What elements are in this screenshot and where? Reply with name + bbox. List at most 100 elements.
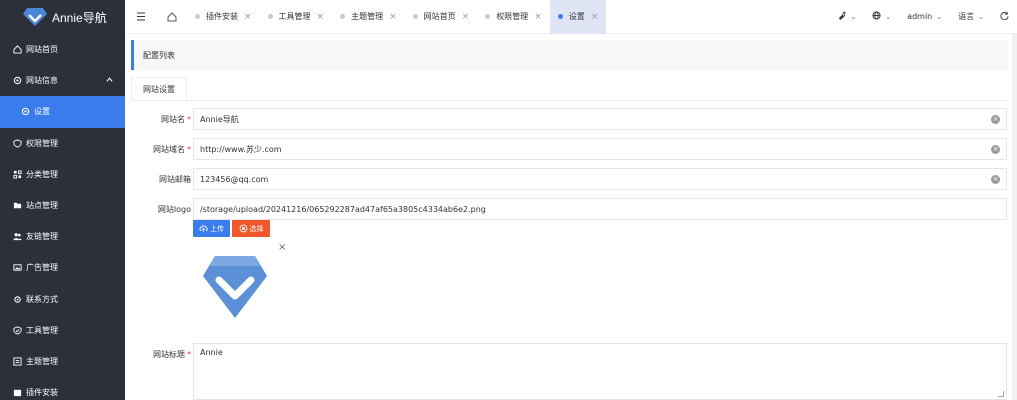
sidebar-item-permissions[interactable]: 权限管理 bbox=[0, 128, 125, 159]
contact-icon bbox=[12, 294, 22, 304]
close-icon[interactable]: × bbox=[317, 12, 325, 22]
input-value: Annie导航 bbox=[200, 114, 239, 124]
theme-menu[interactable]: ⌄ bbox=[829, 11, 864, 22]
site-title-label: 网站标题 * bbox=[153, 349, 191, 360]
tab-site-settings[interactable]: 网站设置 bbox=[131, 77, 187, 101]
chevron-down-icon: ⌄ bbox=[885, 12, 892, 21]
brand[interactable]: Annie导航 bbox=[0, 0, 125, 34]
sidebar-item-label: 广告管理 bbox=[26, 263, 58, 273]
user-name: admin bbox=[907, 12, 933, 21]
top-bar: 插件安装 × 工具管理 × 主题管理 × 网站首页 × 权限管理 × 设置 × … bbox=[125, 0, 1017, 34]
main-content: 配置列表 网站设置 网站名 * Annie导航 × 网站域名 * http://ww… bbox=[125, 34, 1017, 400]
tab-dot bbox=[340, 14, 346, 19]
site-domain-input[interactable]: http://www.苏少.com × bbox=[193, 138, 1007, 160]
upload-button[interactable]: 上传 bbox=[193, 220, 230, 237]
sidebar-item-sites[interactable]: 站点管理 bbox=[0, 190, 125, 221]
resize-handle[interactable] bbox=[998, 391, 1004, 397]
logo-preview-image bbox=[203, 256, 267, 318]
refresh-icon bbox=[1000, 11, 1009, 22]
tab-label: 工具管理 bbox=[278, 12, 311, 21]
tab-dot bbox=[485, 14, 491, 19]
cloud-upload-icon bbox=[199, 225, 208, 232]
image-icon bbox=[12, 263, 22, 273]
tab-dot bbox=[412, 14, 418, 19]
close-icon[interactable]: × bbox=[462, 12, 470, 22]
sidebar-item-settings[interactable]: 设置 bbox=[0, 96, 125, 128]
sidebar-item-themes[interactable]: 主题管理 bbox=[0, 346, 125, 377]
folder-icon bbox=[12, 201, 22, 211]
theme-icon bbox=[12, 356, 22, 366]
tab-settings[interactable]: 设置 × bbox=[549, 0, 607, 34]
tab-label: 主题管理 bbox=[351, 12, 384, 21]
brand-name: Annie导航 bbox=[52, 10, 107, 25]
plugin-icon bbox=[12, 388, 22, 398]
chevron-up-icon bbox=[106, 76, 113, 85]
sidebar-item-links[interactable]: 友链管理 bbox=[0, 221, 125, 252]
sidebar-item-site-info[interactable]: 网站信息 bbox=[0, 65, 125, 96]
select-button[interactable]: 选择 bbox=[232, 220, 270, 237]
close-icon[interactable]: × bbox=[389, 12, 397, 22]
sidebar-item-label: 网站首页 bbox=[26, 45, 58, 55]
sidebar-item-ads[interactable]: 广告管理 bbox=[0, 252, 125, 283]
sidebar-item-label: 网站信息 bbox=[26, 76, 58, 86]
input-value: /storage/upload/20241216/065292287ad47af… bbox=[200, 204, 486, 214]
sidebar: Annie导航 网站首页 网站信息 设置 权限管理 分类管理 站点管理 友链管理… bbox=[0, 0, 125, 400]
select-label: 选择 bbox=[249, 224, 264, 233]
upload-label: 上传 bbox=[210, 224, 224, 233]
language-label: 语言 bbox=[958, 12, 975, 21]
chevron-down-icon: ⌄ bbox=[936, 12, 943, 21]
clear-icon[interactable]: × bbox=[991, 175, 1000, 184]
gear-icon bbox=[12, 76, 22, 86]
select-circle-icon bbox=[239, 224, 247, 233]
language-menu[interactable]: 语言 ⌄ bbox=[950, 11, 992, 22]
remove-image-icon[interactable]: × bbox=[278, 242, 286, 253]
sidebar-item-contact[interactable]: 联系方式 bbox=[0, 284, 125, 315]
gear-icon bbox=[20, 107, 30, 117]
textarea-value: Annie bbox=[200, 348, 223, 357]
chevron-down-icon: ⌄ bbox=[978, 12, 984, 21]
sidebar-item-label: 分类管理 bbox=[26, 169, 58, 179]
globe-menu[interactable]: ⌄ bbox=[864, 11, 899, 22]
sidebar-item-categories[interactable]: 分类管理 bbox=[0, 159, 125, 190]
globe-icon bbox=[872, 11, 881, 22]
tab-label: 权限管理 bbox=[496, 12, 529, 21]
sidebar-item-label: 插件安装 bbox=[26, 388, 58, 398]
home-icon bbox=[12, 45, 22, 55]
sidebar-item-label: 权限管理 bbox=[26, 138, 58, 148]
home-icon[interactable] bbox=[156, 0, 187, 34]
site-title-textarea[interactable]: Annie bbox=[193, 343, 1007, 400]
sidebar-item-tools[interactable]: 工具管理 bbox=[0, 315, 125, 346]
label-text: 网站logo bbox=[157, 205, 191, 214]
sidebar-item-label: 工具管理 bbox=[26, 325, 58, 335]
user-menu[interactable]: admin ⌄ bbox=[899, 12, 950, 21]
tab-tools[interactable]: 工具管理 × bbox=[260, 0, 333, 34]
logo-icon bbox=[23, 8, 47, 26]
sidebar-item-plugins[interactable]: 插件安装 bbox=[0, 377, 125, 400]
tab-label: 设置 bbox=[568, 12, 585, 21]
clear-icon[interactable]: × bbox=[991, 145, 1000, 154]
tab-themes[interactable]: 主题管理 × bbox=[332, 0, 405, 34]
clear-icon[interactable]: × bbox=[991, 115, 1000, 124]
tab-plugins[interactable]: 插件安装 × bbox=[187, 0, 260, 34]
tab-home[interactable]: 网站首页 × bbox=[405, 0, 478, 34]
site-logo-input[interactable]: /storage/upload/20241216/065292287ad47af… bbox=[193, 198, 1007, 220]
sidebar-item-label: 主题管理 bbox=[26, 356, 58, 366]
users-icon bbox=[12, 232, 22, 242]
category-icon bbox=[12, 169, 22, 179]
tab-label: 网站首页 bbox=[423, 12, 456, 21]
tab-permissions[interactable]: 权限管理 × bbox=[477, 0, 550, 34]
close-icon[interactable]: × bbox=[244, 12, 252, 22]
site-email-input[interactable]: 123456@qq.com × bbox=[193, 168, 1007, 190]
site-name-input[interactable]: Annie导航 × bbox=[193, 108, 1007, 130]
required-mark: * bbox=[187, 145, 191, 154]
refresh-menu[interactable] bbox=[992, 11, 1017, 22]
label-text: 网站邮箱 bbox=[159, 175, 191, 184]
input-value: http://www.苏少.com bbox=[200, 144, 282, 154]
top-bar-right: ⌄ ⌄ admin ⌄ 语言 ⌄ bbox=[829, 0, 1017, 34]
menu-toggle-icon[interactable] bbox=[125, 0, 156, 34]
scrollbar[interactable] bbox=[1012, 34, 1017, 400]
sidebar-item-home[interactable]: 网站首页 bbox=[0, 34, 125, 65]
close-icon[interactable]: × bbox=[591, 12, 599, 22]
close-icon[interactable]: × bbox=[534, 12, 542, 22]
tab-dot bbox=[195, 14, 200, 19]
